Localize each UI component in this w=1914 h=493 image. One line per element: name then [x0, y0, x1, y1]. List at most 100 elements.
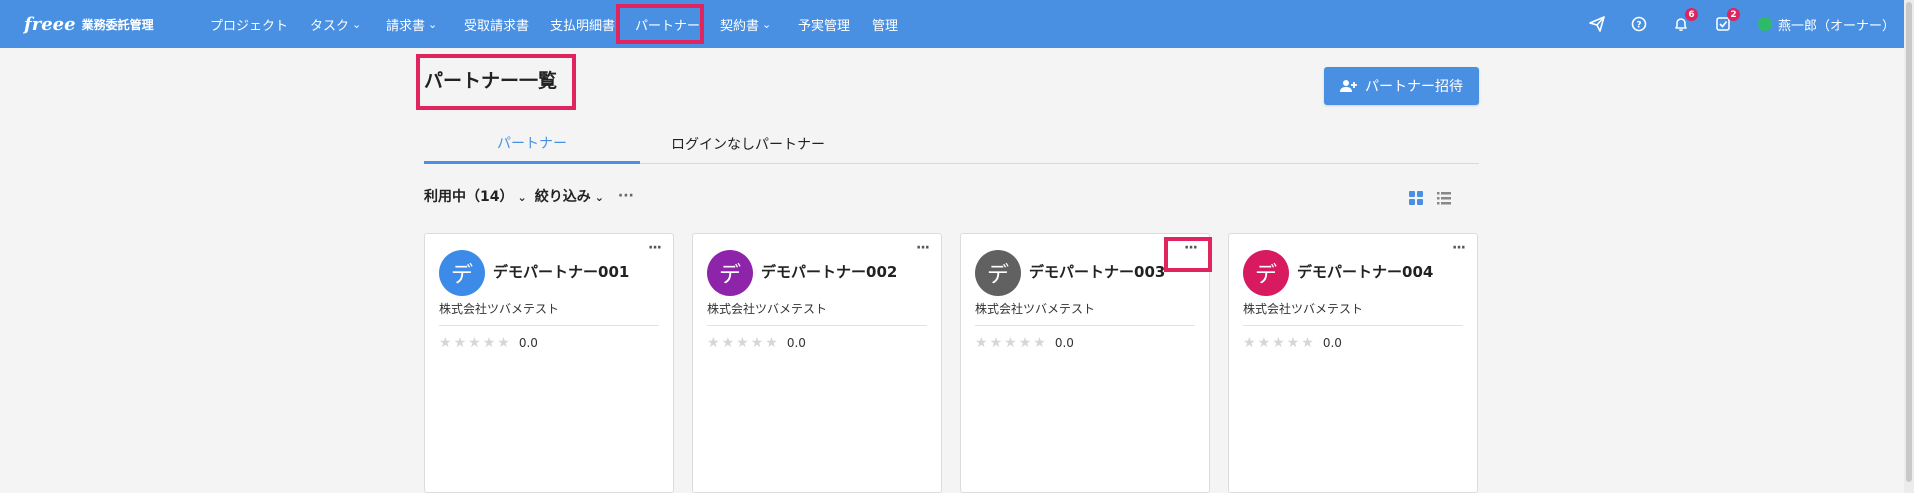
partner-card[interactable]: ··· デ デモパートナー003 株式会社ツバメテスト ★ ★ ★ ★ ★ 0.0 — [960, 233, 1210, 493]
rating: ★ ★ ★ ★ ★ 0.0 — [975, 335, 1074, 351]
notification-badge: 6 — [1685, 8, 1698, 21]
star-icon: ★ — [989, 335, 1003, 351]
rating: ★ ★ ★ ★ ★ 0.0 — [707, 335, 806, 351]
star-icon: ★ — [975, 335, 988, 351]
divider — [707, 325, 927, 326]
partner-card[interactable]: ··· デ デモパートナー002 株式会社ツバメテスト ★ ★ ★ ★ ★ 0.0 — [692, 233, 942, 493]
scrollbar[interactable] — [1904, 0, 1914, 493]
more-options-icon[interactable]: ··· — [618, 188, 634, 204]
top-navbar: freee 業務委託管理 プロジェクト タスク ⌄ 請求書 ⌄ 受取請求書 支払明細… — [0, 0, 1904, 48]
tab-label: ログインなしパートナー — [671, 137, 825, 153]
nav-label: 請求書 — [386, 18, 426, 34]
partner-name[interactable]: デモパートナー004 — [1297, 261, 1433, 282]
partner-tabs: パートナー ログインなしパートナー — [424, 124, 1479, 164]
star-icon: ★ — [1301, 335, 1314, 351]
help-icon[interactable]: ? — [1628, 13, 1650, 35]
highlight-box — [1164, 237, 1212, 272]
partner-company: 株式会社ツバメテスト — [707, 302, 828, 316]
partner-card[interactable]: ··· デ デモパートナー001 株式会社ツバメテスト ★ ★ ★ ★ ★ 0.0 — [424, 233, 674, 493]
narrow-filter[interactable]: 絞り込み ⌄ — [535, 186, 604, 206]
star-icon: ★ — [439, 335, 452, 351]
divider — [439, 325, 659, 326]
user-plus-icon — [1340, 80, 1357, 92]
nav-admin[interactable]: 管理 — [872, 0, 898, 48]
nav-tasks[interactable]: タスク ⌄ — [310, 0, 361, 48]
nav-label: 受取請求書 — [464, 18, 530, 34]
rating-value: 0.0 — [786, 336, 806, 350]
chevron-down-icon: ⌄ — [594, 191, 604, 204]
more-options-icon[interactable]: ··· — [916, 240, 930, 256]
tab-label: パートナー — [497, 135, 567, 152]
svg-text:?: ? — [1636, 21, 1641, 31]
scrollbar-thumb[interactable] — [1906, 2, 1912, 482]
invite-partner-button[interactable]: パートナー招待 — [1324, 67, 1479, 105]
star-icon: ★ — [1243, 335, 1256, 351]
status-filter-label: 利用中（14） — [424, 189, 514, 205]
nav-received-invoices[interactable]: 受取請求書 — [464, 0, 529, 48]
partner-card[interactable]: ··· デ デモパートナー004 株式会社ツバメテスト ★ ★ ★ ★ ★ 0.0 — [1228, 233, 1478, 493]
avatar: デ — [707, 250, 753, 296]
avatar: デ — [975, 250, 1021, 296]
nav-contracts[interactable]: 契約書 ⌄ — [720, 0, 771, 48]
task-badge: 2 — [1727, 8, 1740, 21]
avatar — [1758, 17, 1772, 31]
star-icon: ★ — [736, 335, 749, 351]
status-filter[interactable]: 利用中（14） ⌄ — [424, 186, 527, 206]
more-options-icon[interactable]: ··· — [648, 240, 662, 256]
tab-no-login-partners[interactable]: ログインなしパートナー — [640, 124, 856, 164]
nav-label: 管理 — [872, 18, 899, 34]
filter-bar: 利用中（14） ⌄ 絞り込み ⌄ ··· — [424, 186, 634, 206]
partner-company: 株式会社ツバメテスト — [975, 302, 1096, 316]
freee-logo-mark: freee — [24, 13, 76, 35]
user-menu[interactable]: 燕一郎（オーナー） — [1758, 13, 1895, 35]
check-box-icon[interactable]: 2 — [1712, 8, 1740, 35]
partner-company: 株式会社ツバメテスト — [1243, 302, 1364, 316]
narrow-filter-label: 絞り込み — [534, 189, 591, 205]
star-icon: ★ — [721, 335, 735, 351]
avatar: デ — [1243, 250, 1289, 296]
partner-name[interactable]: デモパートナー002 — [761, 261, 897, 282]
star-icon: ★ — [1272, 335, 1285, 351]
star-icon: ★ — [1033, 335, 1046, 351]
list-view-icon[interactable] — [1436, 190, 1452, 206]
tab-partners[interactable]: パートナー — [424, 124, 640, 164]
star-icon: ★ — [1018, 335, 1032, 351]
rating-value: 0.0 — [1322, 336, 1342, 350]
star-icon: ★ — [750, 335, 764, 351]
star-icon: ★ — [765, 335, 778, 351]
nav-payment-statements[interactable]: 支払明細書 — [550, 0, 615, 48]
star-icon: ★ — [707, 335, 720, 351]
nav-label: 支払明細書 — [550, 18, 616, 34]
star-icon: ★ — [482, 335, 496, 351]
nav-label: 契約書 — [720, 18, 760, 34]
star-icon: ★ — [497, 335, 510, 351]
nav-budget[interactable]: 予実管理 — [798, 0, 850, 48]
avatar: デ — [439, 250, 485, 296]
send-icon[interactable] — [1586, 13, 1608, 35]
grid-view-icon[interactable] — [1408, 190, 1424, 206]
partner-company: 株式会社ツバメテスト — [439, 302, 560, 316]
nav-invoices[interactable]: 請求書 ⌄ — [386, 0, 437, 48]
nav-label: タスク — [310, 18, 350, 34]
nav-label: 予実管理 — [798, 18, 851, 34]
divider — [975, 325, 1195, 326]
chevron-down-icon: ⌄ — [517, 191, 527, 204]
view-toggle — [1408, 190, 1452, 208]
partner-name[interactable]: デモパートナー001 — [493, 261, 629, 282]
app-name: 業務委託管理 — [81, 17, 154, 32]
bell-icon[interactable]: 6 — [1670, 8, 1698, 35]
star-icon: ★ — [453, 335, 467, 351]
star-icon: ★ — [1257, 335, 1271, 351]
user-name: 燕一郎（オーナー） — [1778, 18, 1896, 34]
nav-projects[interactable]: プロジェクト — [210, 0, 288, 48]
nav-label: プロジェクト — [210, 18, 289, 34]
chevron-down-icon: ⌄ — [428, 17, 438, 31]
app-logo[interactable]: freee 業務委託管理 — [24, 12, 154, 36]
highlight-box — [616, 4, 704, 44]
more-options-icon[interactable]: ··· — [1452, 240, 1466, 256]
divider — [1243, 325, 1463, 326]
rating: ★ ★ ★ ★ ★ 0.0 — [1243, 335, 1342, 351]
partner-name[interactable]: デモパートナー003 — [1029, 261, 1165, 282]
rating-value: 0.0 — [1054, 336, 1074, 350]
star-icon: ★ — [468, 335, 481, 351]
